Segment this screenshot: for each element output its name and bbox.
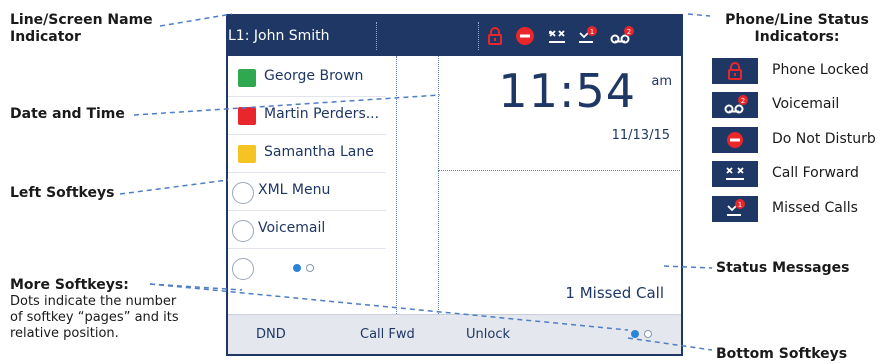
- softkey-more[interactable]: [228, 250, 386, 286]
- legend-missed-calls-icon: 1: [712, 196, 758, 222]
- phone-screen: L1: John Smith 1 2 George Brown Martin P…: [226, 14, 683, 356]
- bottom-softkey-dnd[interactable]: DND: [256, 327, 286, 342]
- status-message[interactable]: 1 Missed Call: [565, 284, 664, 302]
- bottom-page-dots-icon: [631, 330, 652, 338]
- softkey-samantha-lane[interactable]: Samantha Lane: [228, 136, 386, 173]
- callout-bottom-softkeys: Bottom Softkeys: [716, 346, 848, 362]
- voicemail-icon: 2: [610, 26, 634, 44]
- svg-text:2: 2: [741, 97, 745, 105]
- softkey-martin-perders[interactable]: Martin Perders...: [228, 98, 386, 135]
- top-status-bar: L1: John Smith 1 2: [228, 16, 681, 56]
- legend-label: Call Forward: [772, 165, 859, 181]
- lock-icon: [488, 27, 502, 45]
- softkey-circle: [232, 182, 254, 204]
- call-forward-icon: [549, 30, 565, 43]
- line-name-label: L1: John Smith: [228, 28, 330, 44]
- softkey-label: George Brown: [264, 68, 364, 84]
- bottom-softkey-unlock[interactable]: Unlock: [466, 327, 510, 342]
- callout-more-softkeys-desc: Dots indicate the number of softkey “pag…: [10, 294, 179, 341]
- time-display: 11:54: [498, 64, 636, 118]
- date-time-area: 11:54 am 11/13/15: [438, 56, 681, 171]
- callout-status-indicators: Phone/Line Status Indicators:: [725, 12, 869, 45]
- softkey-voicemail[interactable]: Voicemail: [228, 212, 386, 249]
- leader-left-softkeys: [119, 179, 229, 195]
- svg-text:1: 1: [590, 28, 594, 36]
- svg-text:2: 2: [627, 28, 631, 36]
- legend-call-forward-icon: [712, 161, 758, 187]
- legend-label: Phone Locked: [772, 62, 869, 78]
- leader-status-indicators: [687, 13, 711, 17]
- callout-left-softkeys: Left Softkeys: [10, 185, 115, 201]
- softkey-label: Martin Perders...: [264, 106, 380, 122]
- presence-indicator: [238, 69, 256, 87]
- legend-voicemail-icon: 2: [712, 92, 758, 118]
- ampm-display: am: [651, 74, 672, 89]
- bottom-softkeys: DND Call Fwd Unlock: [228, 314, 681, 354]
- status-message-area: 1 Missed Call: [438, 170, 681, 314]
- line-name-indicator[interactable]: L1: John Smith: [228, 22, 377, 50]
- legend-label: Missed Calls: [772, 200, 858, 216]
- legend-lock-icon: [712, 58, 758, 84]
- presence-indicator: [238, 145, 256, 163]
- dnd-icon: [516, 27, 534, 45]
- callout-more-softkeys: More Softkeys:: [10, 277, 129, 293]
- left-softkeys: George Brown Martin Perders... Samantha …: [228, 56, 397, 314]
- page-dots-icon: [293, 264, 314, 272]
- callout-date-time: Date and Time: [10, 106, 125, 122]
- softkey-label: Samantha Lane: [264, 144, 374, 160]
- softkey-xml-menu[interactable]: XML Menu: [228, 174, 386, 211]
- softkey-george-brown[interactable]: George Brown: [228, 60, 386, 97]
- callout-status-messages: Status Messages: [716, 260, 850, 276]
- softkey-circle: [232, 258, 254, 280]
- legend-label: Do Not Disturb: [772, 131, 876, 147]
- bottom-softkey-call-fwd[interactable]: Call Fwd: [360, 327, 415, 342]
- callout-line-name: Line/Screen Name Indicator: [10, 12, 153, 45]
- svg-text:1: 1: [738, 201, 742, 209]
- softkey-label: Voicemail: [258, 220, 326, 236]
- date-display: 11/13/15: [611, 128, 670, 143]
- softkey-label: XML Menu: [258, 182, 331, 198]
- leader-line-name: [159, 13, 233, 27]
- presence-indicator: [238, 107, 256, 125]
- status-icons-group: 1 2: [478, 22, 679, 50]
- softkey-circle: [232, 220, 254, 242]
- legend-dnd-icon: [712, 127, 758, 153]
- missed-calls-icon: 1: [579, 26, 597, 43]
- legend-label: Voicemail: [772, 96, 840, 112]
